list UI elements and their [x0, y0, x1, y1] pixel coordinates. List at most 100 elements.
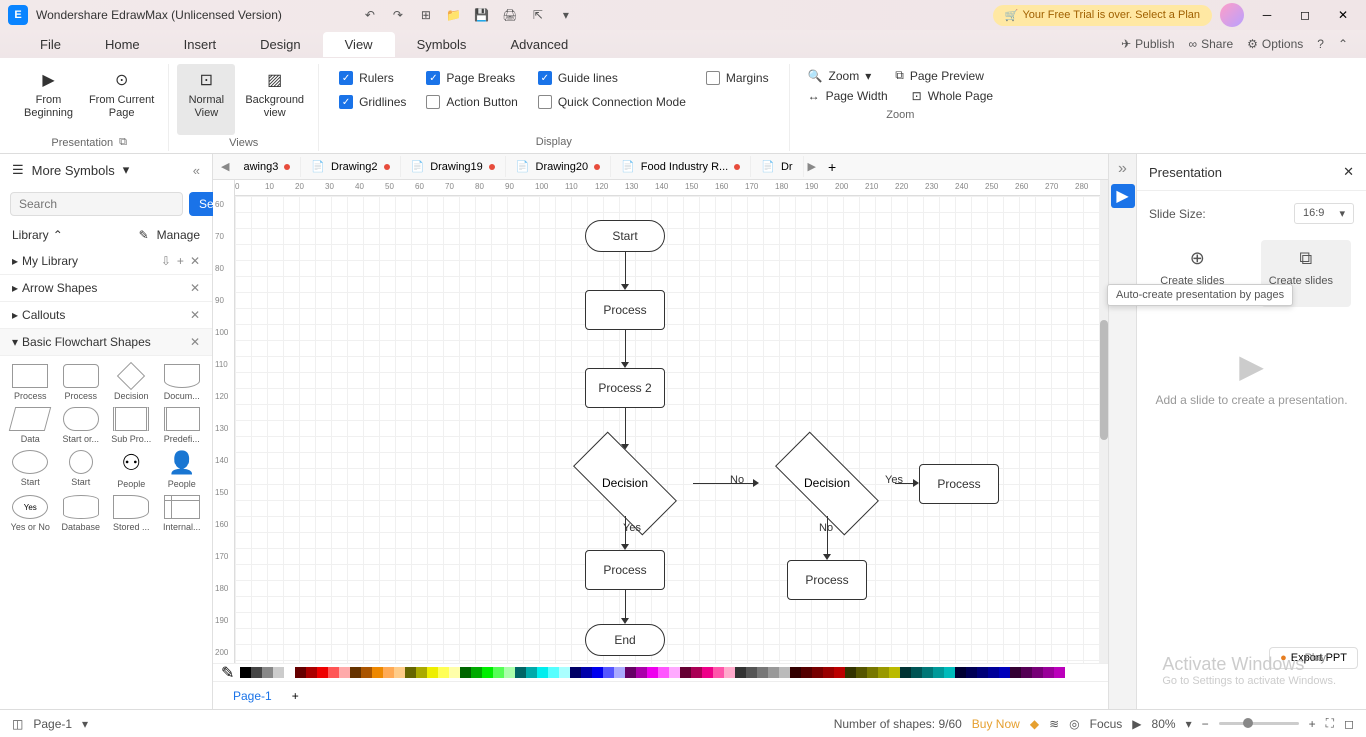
color-swatch[interactable]: [1010, 667, 1021, 678]
zoom-percent[interactable]: 80%: [1152, 717, 1176, 731]
color-swatch[interactable]: [966, 667, 977, 678]
shape-internal[interactable]: Internal...: [160, 495, 205, 532]
color-swatch[interactable]: [812, 667, 823, 678]
color-swatch[interactable]: [251, 667, 262, 678]
color-swatch[interactable]: [372, 667, 383, 678]
shape-stored[interactable]: Stored ...: [109, 495, 154, 532]
color-swatch[interactable]: [922, 667, 933, 678]
color-swatch[interactable]: [647, 667, 658, 678]
flowchart-process2[interactable]: Process 2: [585, 368, 665, 408]
from-current-button[interactable]: ⊙ From Current Page: [83, 64, 160, 134]
close-panel-icon[interactable]: ✕: [1343, 164, 1354, 180]
shape-terminator[interactable]: Start or...: [59, 407, 104, 444]
normal-view-button[interactable]: ⊡ Normal View: [177, 64, 235, 135]
section-my-library[interactable]: ▸ My Library ⇩+✕: [0, 248, 212, 275]
print-icon[interactable]: 🖨: [502, 7, 518, 23]
color-swatch[interactable]: [603, 667, 614, 678]
color-swatch[interactable]: [1032, 667, 1043, 678]
color-swatch[interactable]: [933, 667, 944, 678]
color-swatch[interactable]: [240, 667, 251, 678]
color-swatch[interactable]: [262, 667, 273, 678]
qat-more-icon[interactable]: ▾: [558, 7, 574, 23]
color-swatch[interactable]: [999, 667, 1010, 678]
color-swatch[interactable]: [977, 667, 988, 678]
color-swatch[interactable]: [482, 667, 493, 678]
menu-file[interactable]: File: [18, 32, 83, 57]
shape-people-stick[interactable]: ⚇People: [109, 450, 154, 489]
play-label[interactable]: Play: [1305, 652, 1326, 664]
layers-icon[interactable]: ≋: [1049, 717, 1059, 731]
flowchart-decision2[interactable]: Decision: [757, 448, 897, 518]
slide-size-select[interactable]: 16:9▾: [1294, 203, 1354, 224]
color-swatch[interactable]: [427, 667, 438, 678]
shape-subprocess[interactable]: Sub Pro...: [109, 407, 154, 444]
page-preview-button[interactable]: ⧉Page Preview: [895, 68, 984, 83]
chevron-up-icon[interactable]: ⌃: [53, 228, 63, 242]
color-swatch[interactable]: [460, 667, 471, 678]
guide-lines-checkbox[interactable]: ✓Guide lines: [538, 68, 686, 88]
margins-checkbox[interactable]: Margins: [706, 68, 769, 88]
menu-view[interactable]: View: [323, 32, 395, 57]
flowchart-process4[interactable]: Process: [787, 560, 867, 600]
section-basic-flowchart[interactable]: ▾ Basic Flowchart Shapes ✕: [0, 329, 212, 356]
color-swatch[interactable]: [537, 667, 548, 678]
tab-drawing2[interactable]: 📄Drawing2: [301, 156, 400, 177]
shape-predefined[interactable]: Predefi...: [160, 407, 205, 444]
color-swatch[interactable]: [581, 667, 592, 678]
library-label[interactable]: Library: [12, 228, 49, 242]
buy-now-link[interactable]: Buy Now: [972, 717, 1020, 731]
gridlines-checkbox[interactable]: ✓Gridlines: [339, 92, 406, 112]
color-swatch[interactable]: [669, 667, 680, 678]
color-swatch[interactable]: [845, 667, 856, 678]
shape-decision[interactable]: Decision: [109, 364, 154, 401]
tabs-scroll-right[interactable]: ▶: [804, 160, 820, 173]
color-swatch[interactable]: [493, 667, 504, 678]
chevron-down-icon[interactable]: ▾: [1186, 717, 1192, 731]
presentation-panel-button[interactable]: ▶: [1111, 184, 1135, 208]
color-swatch[interactable]: [735, 667, 746, 678]
menu-design[interactable]: Design: [238, 32, 322, 57]
close-icon[interactable]: ✕: [190, 308, 200, 322]
color-swatch[interactable]: [548, 667, 559, 678]
color-swatch[interactable]: [526, 667, 537, 678]
shape-start-ellipse[interactable]: Start: [8, 450, 53, 489]
shape-yesno[interactable]: YesYes or No: [8, 495, 53, 532]
trial-banner[interactable]: 🛒 Your Free Trial is over. Select a Plan: [993, 5, 1212, 26]
close-icon[interactable]: ✕: [190, 254, 200, 268]
open-icon[interactable]: 📁: [446, 7, 462, 23]
quick-conn-checkbox[interactable]: Quick Connection Mode: [538, 92, 686, 112]
color-swatch[interactable]: [273, 667, 284, 678]
redo-icon[interactable]: ↷: [390, 7, 406, 23]
color-swatch[interactable]: [625, 667, 636, 678]
zoom-slider[interactable]: [1219, 722, 1299, 725]
page-indicator[interactable]: Page-1: [33, 717, 72, 731]
shape-document[interactable]: Docum...: [160, 364, 205, 401]
page-width-button[interactable]: ↔Page Width: [808, 89, 888, 103]
color-swatch[interactable]: [383, 667, 394, 678]
more-symbols-label[interactable]: More Symbols: [32, 163, 115, 178]
publish-button[interactable]: ✈Publish: [1121, 37, 1174, 51]
focus-icon[interactable]: ◎: [1069, 717, 1079, 731]
menu-insert[interactable]: Insert: [162, 32, 239, 57]
color-swatch[interactable]: [438, 667, 449, 678]
color-swatch[interactable]: [1043, 667, 1054, 678]
maximize-button[interactable]: ◻: [1290, 3, 1320, 27]
whole-page-button[interactable]: ⊡Whole Page: [912, 89, 993, 103]
flowchart-decision[interactable]: Decision: [555, 448, 695, 518]
color-swatch[interactable]: [691, 667, 702, 678]
slider-thumb[interactable]: [1243, 718, 1253, 728]
fit-page-icon[interactable]: ⛶: [1326, 716, 1334, 731]
color-swatch[interactable]: [394, 667, 405, 678]
group-launcher-icon[interactable]: ⧉: [119, 136, 127, 149]
color-swatch[interactable]: [955, 667, 966, 678]
page-tab-1[interactable]: Page-1: [221, 685, 284, 707]
background-view-button[interactable]: ▨ Background view: [239, 64, 310, 135]
export-icon[interactable]: ⇱: [530, 7, 546, 23]
color-swatch[interactable]: [361, 667, 372, 678]
page-nav-icon[interactable]: ◫: [12, 717, 23, 731]
color-swatch[interactable]: [614, 667, 625, 678]
from-beginning-button[interactable]: ▶ From Beginning: [18, 64, 79, 134]
color-swatch[interactable]: [911, 667, 922, 678]
color-swatch[interactable]: [317, 667, 328, 678]
add-page-button[interactable]: +: [292, 689, 299, 703]
